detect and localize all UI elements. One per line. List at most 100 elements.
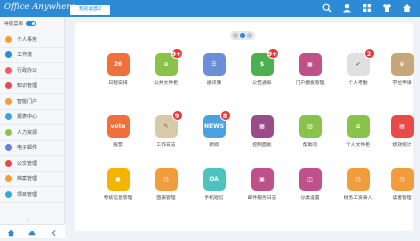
app-glyph: OA [209,176,219,183]
page-dot[interactable] [233,33,238,38]
cloud-icon[interactable] [28,222,36,241]
app-glyph: ≡ [355,123,361,130]
app-label: 绩效统计 [392,143,412,148]
app-glyph: ▣ [307,61,313,68]
app-label: 日程安排 [108,81,128,86]
app-title: Office Anywhere [4,2,76,12]
app-glyph: ✔ [355,61,361,68]
tab-my-desktop[interactable]: 我的桌面2 [70,5,110,15]
app-tile[interactable]: ✎ 9 工作日志 [141,110,191,152]
app-glyph: ▣ [259,176,265,183]
mail-log-icon: ▣ [250,168,274,191]
sidebar-item-label: 工作流 [17,52,33,59]
app-tile[interactable]: OA 手机短信 [189,168,239,205]
app-tile[interactable]: ✔ 2 个人考勤 [333,48,383,90]
app-label: 图表管理 [156,196,176,201]
app-tile[interactable]: ● 考核信息管理 [93,168,143,205]
app-label: 财务工资录入 [343,196,373,201]
sidebar-item-icon [5,97,12,105]
search-icon[interactable] [322,3,332,13]
app-tile[interactable]: ▦ 控制面板 [237,115,287,152]
app-label: 分类设置 [300,196,320,201]
app-label: 新闻 [209,143,219,148]
app-tile[interactable]: ▤ 绩效统计 [377,115,420,152]
sidebar-item-label: 档案管理 [17,176,38,183]
app-tile[interactable]: $9+ 公告通知 [237,48,287,90]
toggle-switch[interactable] [26,21,37,26]
app-tile[interactable]: ♛ 学位申请 [377,53,420,90]
nav-toggle[interactable]: 导航菜单 [4,20,37,27]
app-label: 工作日志 [156,143,176,148]
app-tile[interactable]: ▣ 邮件服务日志 [237,168,287,205]
sidebar-item[interactable]: 公文管理 [0,156,65,172]
sidebar-item[interactable]: 行政办公 [0,63,65,79]
nav-toggle-label: 导航菜单 [4,22,24,27]
app-label: 门户模板管理 [295,81,325,86]
shirt-icon[interactable] [382,3,392,13]
vote-icon: vote [106,115,130,138]
sidebar-item-icon [5,51,12,59]
sidebar: 导航菜单 个人事务工作流行政办公知识管理智能门户报表中心人力资源电子邮件公文管理… [0,17,65,238]
page-indicator [230,31,255,40]
app-glyph: ◷ [399,176,405,183]
page-dot[interactable] [247,33,252,38]
app-label: 公告通知 [252,81,272,86]
sidebar-item[interactable]: 个人事务 [0,32,65,48]
app-tile[interactable]: 26 日程安排 [93,53,143,90]
sidebar-item-label: 报表中心 [17,114,38,121]
app-glyph: ◫ [307,176,313,183]
sidebar-item-icon [5,113,12,121]
notification-badge: 9+ [266,48,279,59]
app-tile[interactable]: ☰ 通讯簿 [189,53,239,90]
page-dot[interactable] [240,33,245,38]
notification-badge: 9+ [170,48,183,59]
app-glyph: ≡ [163,61,169,68]
sidebar-item[interactable]: 智能门户 [0,94,65,110]
home-icon[interactable] [7,222,15,241]
sidebar-item[interactable]: 知识管理 [0,79,65,94]
sidebar-item[interactable]: 人力资源 [0,125,65,141]
sidebar-item[interactable]: 项目管理 [0,187,65,203]
app-tile[interactable]: NEWS 8 新闻 [189,110,239,152]
worklog-icon: ✎ 9 [154,110,183,138]
app-tile[interactable]: ▣ 门户模板管理 [285,53,335,90]
app-tile[interactable]: vote 投票 [93,115,143,152]
user-icon[interactable] [342,3,352,13]
sidebar-item-label: 知识管理 [17,83,38,90]
app-tile[interactable]: ◷ 读者管理 [377,168,420,205]
app-tile[interactable]: ▥ 帮助问 [285,115,335,152]
app-tile[interactable]: ◫ 分类设置 [285,168,335,205]
sidebar-item-icon [5,82,12,90]
app-label: 帮助问 [302,143,318,148]
app-glyph: vote [110,123,126,130]
app-tile[interactable]: ≡ 个人文件柜 [333,115,383,152]
apps-icon[interactable] [362,3,372,13]
notification-badge: 2 [363,48,375,59]
sidebar-item[interactable]: 档案管理 [0,172,65,187]
app-glyph: NEWS [203,123,225,130]
back-arrow-icon[interactable] [50,222,58,241]
sidebar-item-label: 电子邮件 [17,145,38,152]
sidebar-item[interactable]: 电子邮件 [0,141,65,156]
clock-icon: ◷ [154,168,178,191]
sidebar-item[interactable]: 工作流 [0,48,65,63]
home-icon[interactable] [402,3,412,13]
sidebar-item[interactable]: 报表中心 [0,110,65,125]
notice-icon: $9+ [250,48,279,76]
app-glyph: ☰ [211,61,217,68]
sidebar-item-icon [5,66,12,74]
sidebar-item-label: 公文管理 [17,160,38,167]
app-glyph: ♛ [399,61,405,68]
sidebar-item-label: 人力资源 [17,129,38,136]
app-label: 控制面板 [252,143,272,148]
sidebar-item-label: 智能门户 [17,98,38,105]
sidebar-item-label: 项目管理 [17,191,38,198]
top-bar: Office Anywhere 我的桌面2 [0,0,420,17]
oa-icon: OA [202,168,226,191]
addressbook-icon: ☰ [202,53,226,76]
app-label: 考核信息管理 [103,196,133,201]
app-tile[interactable]: ≡ 9+ 公共文件柜 [141,48,191,90]
sidebar-item-icon [5,159,12,167]
app-tile[interactable]: ◷ 财务工资录入 [333,168,383,205]
app-tile[interactable]: ◷ 图表管理 [141,168,191,205]
